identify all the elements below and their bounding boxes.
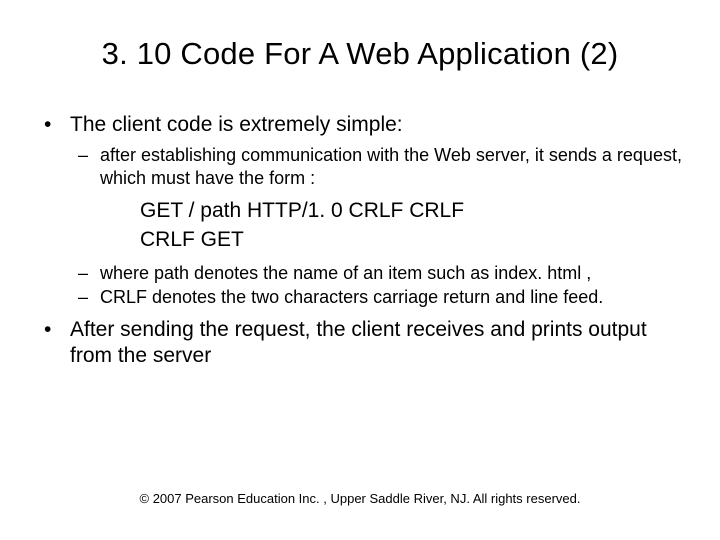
bullet-list-level2: after establishing communication with th… [70,144,690,189]
sub-bullet-item: CRLF denotes the two characters carriage… [70,286,690,309]
sub-bullet-item: where path denotes the name of an item s… [70,262,690,285]
sub-bullet-text: after establishing communication with th… [100,145,682,188]
bullet-list-level2: where path denotes the name of an item s… [70,262,690,309]
sub-bullet-item: after establishing communication with th… [70,144,690,189]
bullet-item: The client code is extremely simple: aft… [30,112,690,309]
bullet-text: After sending the request, the client re… [70,318,647,367]
sub-bullet-text: where path denotes the name of an item s… [100,263,591,283]
bullet-list-level1: The client code is extremely simple: aft… [30,112,690,369]
sub-bullet-text: CRLF denotes the two characters carriage… [100,287,603,307]
slide-title: 3. 10 Code For A Web Application (2) [0,0,720,82]
code-line: GET / path HTTP/1. 0 CRLF CRLF [140,197,690,225]
bullet-text: The client code is extremely simple: [70,113,403,136]
code-line: CRLF GET [140,226,690,254]
copyright-footer: © 2007 Pearson Education Inc. , Upper Sa… [0,491,720,506]
bullet-item: After sending the request, the client re… [30,317,690,370]
code-block: GET / path HTTP/1. 0 CRLF CRLF CRLF GET [140,197,690,254]
slide-content: The client code is extremely simple: aft… [0,82,720,369]
slide: 3. 10 Code For A Web Application (2) The… [0,0,720,540]
